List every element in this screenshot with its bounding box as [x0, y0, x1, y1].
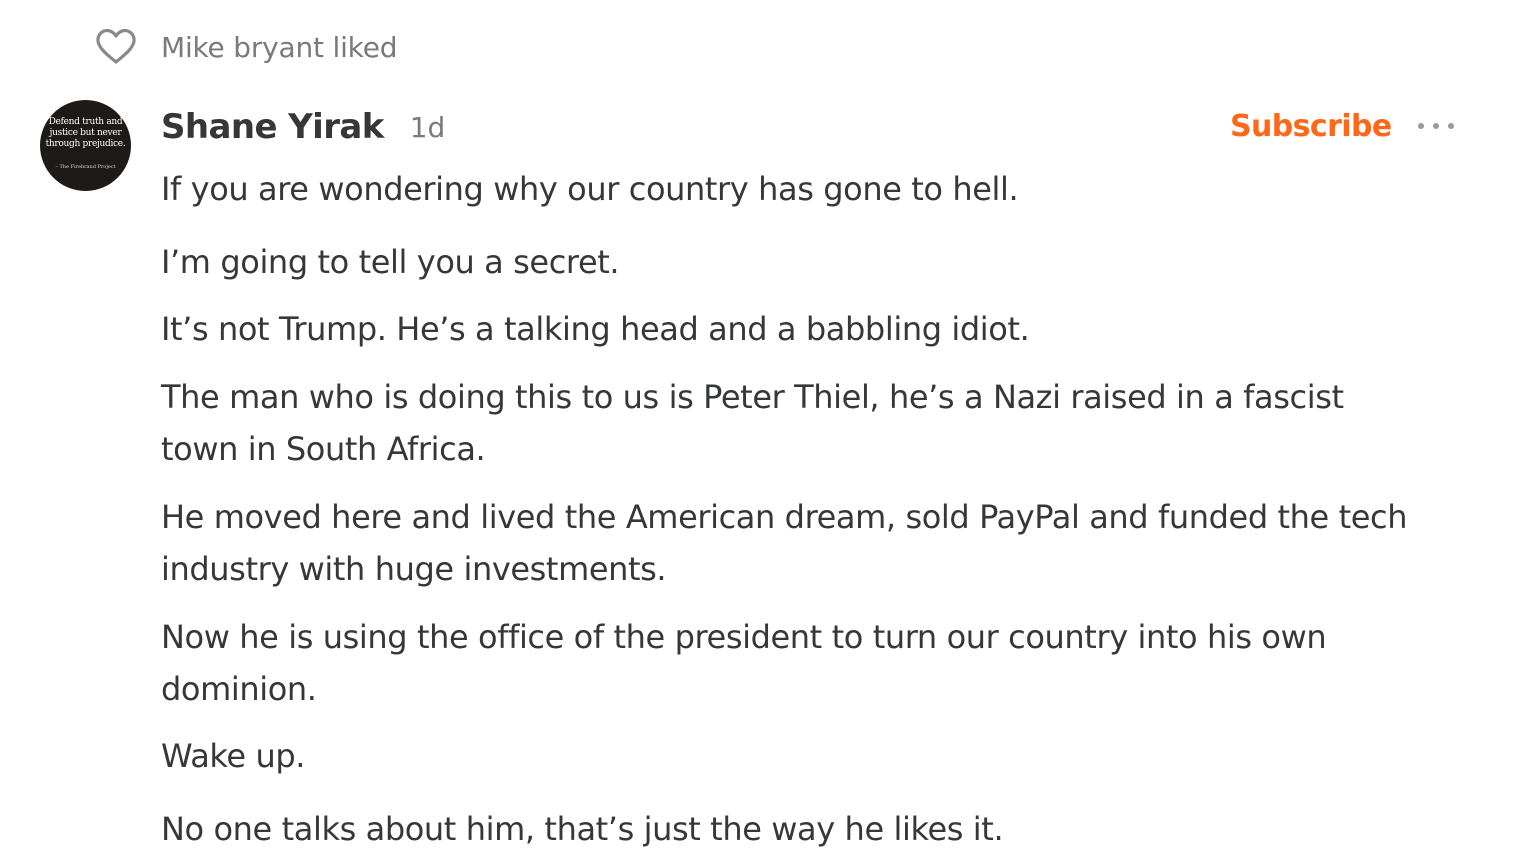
comment-paragraph: No one talks about him, that’s just the … — [161, 810, 1004, 848]
more-dot — [1418, 123, 1424, 129]
comment-paragraph: The man who is doing this to us is Peter… — [161, 378, 1344, 468]
subscribe-button[interactable]: Subscribe — [1230, 104, 1392, 150]
avatar-quote: Defend truth and justice but never throu… — [45, 117, 126, 149]
more-options-icon[interactable] — [1418, 112, 1454, 140]
avatar-credit: – The Firebrand Project — [55, 164, 116, 170]
more-dot — [1448, 123, 1454, 129]
activity-text: Mike bryant liked — [161, 30, 398, 64]
like-activity: Mike bryant liked — [94, 24, 397, 70]
comment-paragraph: If you are wondering why our country has… — [161, 170, 1019, 208]
comment-timestamp[interactable]: 1d — [410, 111, 446, 144]
comment-header: Shane Yirak 1d — [161, 104, 445, 150]
comment-paragraph: Now he is using the office of the presid… — [161, 618, 1327, 708]
comment-paragraph: He moved here and lived the American dre… — [161, 498, 1408, 588]
more-dot — [1433, 123, 1439, 129]
comment-paragraph: Wake up. — [161, 737, 306, 775]
author-name[interactable]: Shane Yirak — [161, 107, 384, 147]
comment-paragraph: I’m going to tell you a secret. — [161, 243, 620, 281]
avatar[interactable]: Defend truth and justice but never throu… — [40, 100, 131, 191]
comment-paragraph: It’s not Trump. He’s a talking head and … — [161, 310, 1030, 348]
heart-icon[interactable] — [94, 25, 138, 69]
